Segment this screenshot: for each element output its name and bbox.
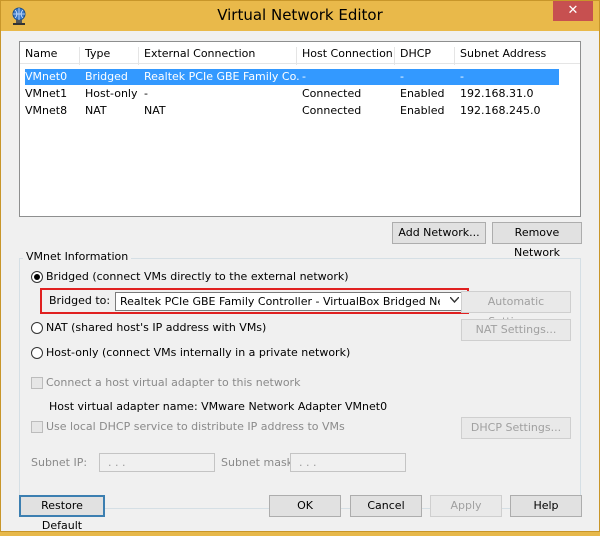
dhcp-settings-button[interactable]: DHCP Settings...: [461, 417, 571, 439]
cell-host: Connected: [302, 104, 362, 117]
cell-type: NAT: [85, 104, 107, 117]
restore-default-button[interactable]: Restore Default: [19, 495, 105, 532]
cell-subnet: -: [460, 70, 464, 83]
cancel-button[interactable]: Cancel: [350, 495, 422, 517]
bridged-to-value: Realtek PCIe GBE Family Controller - Vir…: [120, 295, 440, 308]
table-row[interactable]: VMnet1 Host-only - Connected Enabled 192…: [25, 86, 559, 102]
cell-name: VMnet1: [25, 87, 68, 100]
cell-external: Realtek PCIe GBE Family Co...: [144, 70, 300, 83]
column-header-type[interactable]: Type: [80, 47, 139, 65]
title-bar: Virtual Network Editor ✕: [1, 1, 599, 31]
cell-subnet: 192.168.31.0: [460, 87, 534, 100]
automatic-settings-button[interactable]: Automatic Settings...: [461, 291, 571, 328]
cell-external: -: [144, 87, 148, 100]
subnet-ip-label: Subnet IP:: [31, 456, 88, 469]
window-title: Virtual Network Editor: [217, 6, 383, 24]
bridged-to-select[interactable]: Realtek PCIe GBE Family Controller - Vir…: [115, 292, 463, 311]
subnet-ip-value: . . .: [108, 456, 126, 469]
column-header-host-connection[interactable]: Host Connection: [297, 47, 395, 65]
dhcp-checkbox[interactable]: [31, 421, 43, 433]
group-label: VMnet Information: [23, 250, 132, 263]
column-header-subnet-address[interactable]: Subnet Address: [455, 47, 555, 65]
ok-button[interactable]: OK: [269, 495, 341, 517]
host-only-radio[interactable]: [31, 347, 43, 359]
apply-button[interactable]: Apply: [430, 495, 502, 517]
cell-type: Host-only: [85, 87, 138, 100]
cell-dhcp: -: [400, 70, 404, 83]
bridged-label[interactable]: Bridged (connect VMs directly to the ext…: [46, 270, 349, 283]
close-icon: ✕: [567, 3, 579, 18]
cell-subnet: 192.168.245.0: [460, 104, 541, 117]
bridged-radio[interactable]: [31, 271, 43, 283]
cell-dhcp: Enabled: [400, 87, 445, 100]
adapter-name-label: Host virtual adapter name: VMware Networ…: [49, 400, 388, 413]
bridged-to-label: Bridged to:: [49, 294, 111, 307]
cell-external: NAT: [144, 104, 166, 117]
help-button[interactable]: Help: [510, 495, 582, 517]
cell-type: Bridged: [85, 70, 128, 83]
chevron-down-icon[interactable]: [446, 293, 462, 310]
cell-name: VMnet0: [25, 70, 68, 83]
cell-name: VMnet8: [25, 104, 68, 117]
subnet-mask-input[interactable]: . . .: [290, 453, 406, 472]
cell-dhcp: Enabled: [400, 104, 445, 117]
column-header-dhcp[interactable]: DHCP: [395, 47, 455, 65]
table-row[interactable]: VMnet0 Bridged Realtek PCIe GBE Family C…: [25, 69, 559, 85]
cell-host: Connected: [302, 87, 362, 100]
nat-radio[interactable]: [31, 322, 43, 334]
add-network-button[interactable]: Add Network...: [392, 222, 486, 244]
virtual-network-editor-window: Virtual Network Editor ✕ Name Type Exter…: [0, 0, 600, 532]
table-row[interactable]: VMnet8 NAT NAT Connected Enabled 192.168…: [25, 103, 559, 119]
network-list[interactable]: Name Type External Connection Host Conne…: [19, 41, 581, 217]
nat-settings-button[interactable]: NAT Settings...: [461, 319, 571, 341]
list-header: Name Type External Connection Host Conne…: [20, 42, 580, 65]
remove-network-button[interactable]: Remove Network: [492, 222, 582, 259]
subnet-ip-input[interactable]: . . .: [99, 453, 215, 472]
subnet-mask-value: . . .: [299, 456, 317, 469]
close-button[interactable]: ✕: [553, 1, 593, 21]
dialog-client-area: Name Type External Connection Host Conne…: [9, 31, 591, 532]
cell-host: -: [302, 70, 306, 83]
connect-adapter-checkbox[interactable]: [31, 377, 43, 389]
column-header-name[interactable]: Name: [20, 47, 80, 65]
column-header-external-connection[interactable]: External Connection: [139, 47, 297, 65]
subnet-mask-label: Subnet mask:: [221, 456, 297, 469]
radio-selected-dot: [34, 274, 40, 280]
dhcp-label[interactable]: Use local DHCP service to distribute IP …: [46, 420, 345, 433]
host-only-label[interactable]: Host-only (connect VMs internally in a p…: [46, 346, 350, 359]
nat-label[interactable]: NAT (shared host's IP address with VMs): [46, 321, 266, 334]
connect-adapter-label[interactable]: Connect a host virtual adapter to this n…: [46, 376, 300, 389]
